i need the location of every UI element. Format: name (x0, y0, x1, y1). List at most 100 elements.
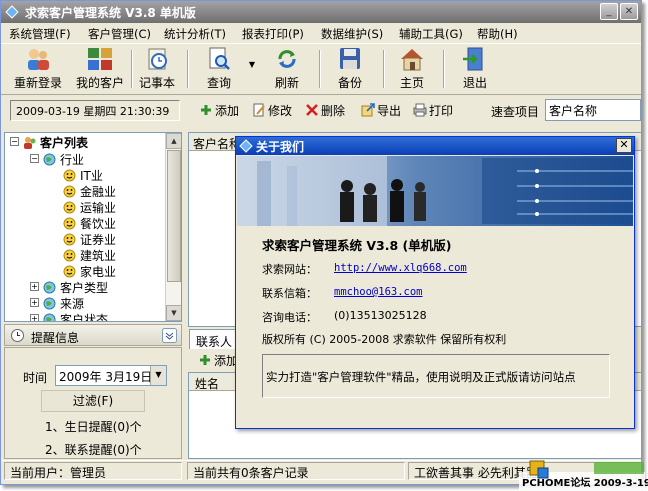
menu-bar: 系统管理(F) 客户管理(C) 统计分析(T) 报表打印(P) 数据维护(S) … (1, 23, 641, 43)
close-button[interactable]: ✕ (620, 3, 638, 20)
phone-value: (0)13513025128 (334, 309, 427, 322)
date-picker[interactable]: 2009年 3月19日 ▼ (55, 365, 167, 386)
tree-leaf-industry[interactable]: 证券业 (63, 231, 116, 247)
tree-root[interactable]: 客户列表 (23, 134, 88, 150)
email-link[interactable]: mmchoo@163.com (334, 286, 423, 298)
edit-button[interactable]: 修改 (252, 102, 292, 120)
customer-tree: − 客户列表 − 行业 IT业 金融业 运输业 餐饮业 证券业 建筑业 家电业 … (4, 132, 182, 322)
website-link[interactable]: http://www.xlq668.com (334, 262, 467, 274)
tree-leaf-industry[interactable]: 家电业 (63, 263, 116, 279)
expand-toggle[interactable]: + (30, 282, 39, 291)
refresh-button[interactable]: 刷新 (265, 46, 309, 92)
notebook-button[interactable]: 记事本 (135, 46, 179, 92)
toolbar-separator (319, 50, 321, 88)
smiley-icon (63, 249, 76, 262)
column-customer-name[interactable]: 客户名称 (193, 135, 241, 152)
app-icon (5, 5, 19, 19)
home-icon (401, 49, 423, 71)
refresh-icon (278, 50, 296, 68)
expand-toggle[interactable]: + (30, 298, 39, 307)
globe-icon (43, 153, 56, 166)
filter-button[interactable]: 过滤(F) (41, 390, 145, 412)
add-button[interactable]: 添加 (199, 102, 239, 120)
query-dropdown-button[interactable]: ▼ (245, 46, 259, 92)
column-name[interactable]: 姓名 (195, 375, 219, 392)
quick-search-label: 速查项目 (491, 105, 540, 119)
menu-tools[interactable]: 辅助工具(G) (399, 26, 463, 42)
expand-toggle[interactable]: + (30, 314, 39, 321)
title-bar: 求索客户管理系统 V3.8 单机版 _ ✕ (1, 1, 641, 23)
scroll-down-arrow[interactable]: ▼ (166, 305, 181, 321)
contact-reminder-link[interactable]: 2、联系提醒(0)个 (45, 441, 142, 458)
status-records: 当前共有0条客户记录 (187, 462, 405, 480)
about-dialog: 关于我们 ✕ 求索客户管理系统 V3.8 (单机版) 求索网站： http://… (235, 136, 635, 429)
tree-node-status[interactable]: 客户状态 (43, 311, 108, 321)
toolbar: 重新登录 我的客户 记事本 查询 ▼ 刷新 备份 主页 退出 (1, 43, 641, 95)
tree-leaf-industry[interactable]: 建筑业 (63, 247, 116, 263)
add-icon (201, 105, 211, 115)
tree-leaf-industry[interactable]: 金融业 (63, 183, 116, 199)
birthday-reminder-link[interactable]: 1、生日提醒(0)个 (45, 418, 142, 435)
users-icon (28, 49, 49, 70)
scroll-up-arrow[interactable]: ▲ (166, 133, 181, 149)
chevron-down-icon[interactable]: ▼ (150, 366, 166, 385)
quick-search-select[interactable]: 客户名称 (545, 99, 641, 121)
home-button[interactable]: 主页 (392, 46, 432, 92)
globe-icon (43, 313, 56, 321)
tree-leaf-industry[interactable]: IT业 (63, 167, 103, 183)
toolbar-separator (383, 50, 385, 88)
globe-icon (43, 281, 56, 294)
reminder-header: 提醒信息 (4, 324, 182, 346)
tree-scrollbar[interactable]: ▲ ▼ (165, 133, 181, 321)
toolbar-separator (443, 50, 445, 88)
product-name: 求索客户管理系统 V3.8 (单机版) (262, 238, 452, 253)
dialog-title-bar: 关于我们 ✕ (236, 137, 634, 155)
exit-button[interactable]: 退出 (455, 46, 495, 92)
tree-node-customer-type[interactable]: 客户类型 (43, 279, 108, 295)
collapse-toggle[interactable]: − (30, 154, 39, 163)
smiley-icon (63, 265, 76, 278)
smiley-icon (63, 233, 76, 246)
dialog-close-button[interactable]: ✕ (616, 138, 632, 153)
time-label: 时间 (23, 371, 48, 385)
tree-node-industry[interactable]: 行业 (43, 151, 84, 167)
menu-customer[interactable]: 客户管理(C) (88, 26, 151, 42)
scroll-thumb[interactable] (167, 150, 181, 282)
phone-label: 咨询电话： (262, 311, 317, 324)
forum-watermark-logo: PCHOME论坛 2009-3-19 (519, 460, 648, 490)
export-button[interactable]: 导出 (361, 102, 401, 120)
business-banner-image (237, 156, 633, 226)
my-customers-button[interactable]: 我的客户 (73, 46, 127, 92)
floppy-disk-icon (340, 48, 360, 69)
print-button[interactable]: 打印 (413, 102, 453, 120)
menu-report[interactable]: 报表打印(P) (242, 26, 304, 42)
minimize-button[interactable]: _ (600, 3, 618, 20)
tree-leaf-industry[interactable]: 运输业 (63, 199, 116, 215)
add-icon (200, 355, 210, 365)
add-contact-button[interactable]: 添加 (198, 352, 238, 370)
edit-icon (253, 103, 265, 117)
tree-node-source[interactable]: 来源 (43, 295, 84, 311)
email-label: 联系信箱： (262, 287, 317, 300)
smiley-icon (63, 185, 76, 198)
tree-leaf-industry[interactable]: 餐饮业 (63, 215, 116, 231)
relogin-button[interactable]: 重新登录 (11, 46, 65, 92)
menu-system[interactable]: 系统管理(F) (9, 26, 71, 42)
reminder-panel: 时间 2009年 3月19日 ▼ 过滤(F) 1、生日提醒(0)个 2、联系提醒… (4, 347, 182, 459)
printer-icon (413, 103, 427, 117)
menu-help[interactable]: 帮助(H) (477, 26, 518, 42)
watermark-text: PCHOME论坛 2009-3-19 (522, 476, 648, 489)
clock-icon (11, 329, 24, 342)
main-window: 求索客户管理系统 V3.8 单机版 _ ✕ 系统管理(F) 客户管理(C) 统计… (0, 0, 642, 485)
query-button[interactable]: 查询 (199, 46, 239, 92)
menu-statistics[interactable]: 统计分析(T) (164, 26, 226, 42)
status-user: 当前用户：管理员 (4, 462, 182, 480)
delete-button[interactable]: 删除 (305, 102, 345, 120)
collapse-panel-icon[interactable] (162, 328, 177, 343)
menu-data[interactable]: 数据维护(S) (321, 26, 383, 42)
search-document-icon (209, 47, 230, 70)
collapse-toggle[interactable]: − (10, 137, 19, 146)
export-icon (361, 103, 375, 117)
backup-button[interactable]: 备份 (330, 46, 370, 92)
chevron-down-icon: ▼ (248, 60, 256, 69)
